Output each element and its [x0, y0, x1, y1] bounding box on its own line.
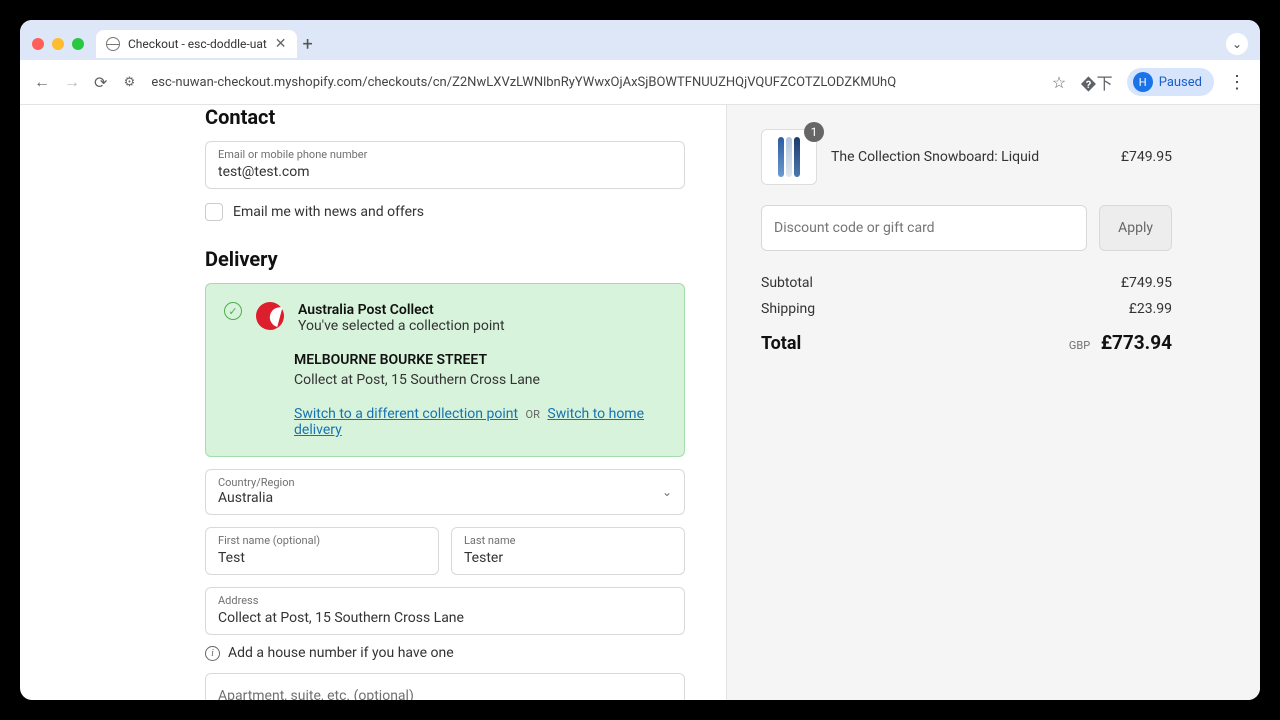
info-icon: i: [205, 646, 220, 661]
avatar: H: [1133, 72, 1153, 92]
country-field[interactable]: Country/Region Australia ⌄: [205, 469, 685, 515]
url-bar[interactable]: esc-nuwan-checkout.myshopify.com/checkou…: [151, 75, 1038, 90]
tab-bar: Checkout - esc-doddle-uat ✕ + ⌄: [20, 20, 1260, 60]
apartment-placeholder: Apartment, suite, etc. (optional): [218, 688, 414, 700]
checkout-form: Contact Email or mobile phone number Ema…: [20, 105, 726, 700]
apartment-field[interactable]: Apartment, suite, etc. (optional): [205, 673, 685, 700]
location-name: MELBOURNE BOURKE STREET: [294, 352, 666, 368]
download-icon[interactable]: �下: [1080, 70, 1112, 94]
bookmark-icon[interactable]: ☆: [1052, 73, 1066, 92]
reload-button[interactable]: ⟳: [94, 73, 107, 92]
email-field[interactable]: Email or mobile phone number: [205, 141, 685, 189]
firstname-field[interactable]: First name (optional): [205, 527, 439, 575]
subtotal-label: Subtotal: [761, 275, 813, 291]
apply-button[interactable]: Apply: [1099, 205, 1172, 251]
newsletter-checkbox[interactable]: [205, 203, 223, 221]
new-tab-button[interactable]: +: [303, 34, 313, 55]
total-label: Total: [761, 333, 801, 354]
address-field[interactable]: Address: [205, 587, 685, 635]
shipping-value: £23.99: [1129, 301, 1172, 317]
window-controls: [32, 38, 84, 50]
contact-heading: Contact: [205, 105, 685, 129]
address-label: Address: [218, 594, 672, 607]
tab-search-button[interactable]: ⌄: [1226, 33, 1248, 55]
provider-name: Australia Post Collect: [298, 302, 666, 318]
switch-collection-link[interactable]: Switch to a different collection point: [294, 406, 518, 422]
url-text: esc-nuwan-checkout.myshopify.com/checkou…: [151, 75, 896, 90]
australia-post-icon: [256, 302, 284, 330]
close-tab-icon[interactable]: ✕: [275, 36, 287, 52]
email-label: Email or mobile phone number: [218, 148, 672, 161]
site-settings-icon[interactable]: ⚙: [121, 74, 137, 90]
address-input[interactable]: [218, 610, 672, 626]
location-address: Collect at Post, 15 Southern Cross Lane: [294, 372, 666, 388]
cart-item: 1 The Collection Snowboard: Liquid £749.…: [761, 129, 1172, 185]
product-thumbnail: 1: [761, 129, 817, 185]
check-icon: ✓: [224, 302, 242, 320]
product-price: £749.95: [1121, 149, 1172, 165]
or-text: OR: [526, 408, 540, 421]
browser-tab[interactable]: Checkout - esc-doddle-uat ✕: [96, 30, 297, 58]
discount-input[interactable]: [761, 205, 1087, 251]
collection-point-box: ✓ Australia Post Collect You've selected…: [205, 283, 685, 457]
quantity-badge: 1: [804, 122, 824, 142]
email-input[interactable]: [218, 164, 672, 180]
newsletter-label: Email me with news and offers: [233, 204, 424, 220]
maximize-window-icon[interactable]: [72, 38, 84, 50]
browser-window: Checkout - esc-doddle-uat ✕ + ⌄ ← → ⟳ ⚙ …: [20, 20, 1260, 700]
profile-badge[interactable]: H Paused: [1127, 68, 1214, 96]
lastname-input[interactable]: [464, 550, 672, 566]
total-currency: GBP: [1069, 339, 1090, 352]
product-name: The Collection Snowboard: Liquid: [831, 149, 1107, 165]
country-value: Australia: [218, 490, 672, 506]
lastname-field[interactable]: Last name: [451, 527, 685, 575]
provider-sub: You've selected a collection point: [298, 318, 666, 334]
newsletter-row[interactable]: Email me with news and offers: [205, 203, 685, 221]
back-button[interactable]: ←: [34, 72, 50, 92]
page-content: Contact Email or mobile phone number Ema…: [20, 105, 1260, 700]
forward-button: →: [64, 72, 80, 92]
order-summary: 1 The Collection Snowboard: Liquid £749.…: [726, 105, 1260, 700]
subtotal-value: £749.95: [1121, 275, 1172, 291]
total-value: £773.94: [1101, 331, 1172, 354]
delivery-heading: Delivery: [205, 247, 685, 271]
menu-icon[interactable]: ⋮: [1228, 72, 1246, 93]
minimize-window-icon[interactable]: [52, 38, 64, 50]
firstname-input[interactable]: [218, 550, 426, 566]
toolbar: ← → ⟳ ⚙ esc-nuwan-checkout.myshopify.com…: [20, 60, 1260, 105]
paused-label: Paused: [1159, 75, 1202, 90]
tab-title: Checkout - esc-doddle-uat: [128, 37, 267, 51]
close-window-icon[interactable]: [32, 38, 44, 50]
firstname-label: First name (optional): [218, 534, 426, 547]
shipping-label: Shipping: [761, 301, 815, 317]
address-hint: i Add a house number if you have one: [205, 645, 685, 661]
hint-text: Add a house number if you have one: [228, 645, 454, 661]
chevron-down-icon: ⌄: [662, 485, 672, 499]
country-label: Country/Region: [218, 476, 672, 489]
lastname-label: Last name: [464, 534, 672, 547]
globe-icon: [106, 37, 120, 51]
